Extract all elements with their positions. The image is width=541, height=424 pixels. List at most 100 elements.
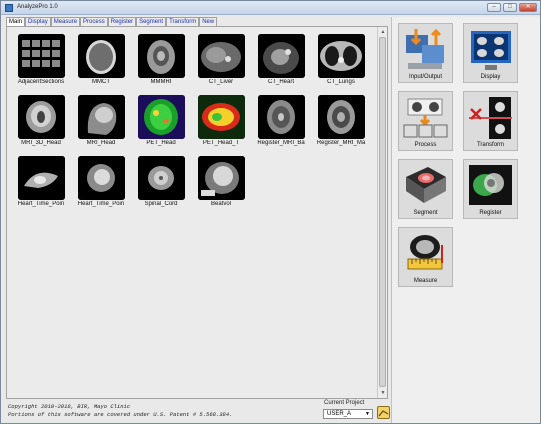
thumbnail-label: Heart_Time_Poin xyxy=(17,201,65,207)
thumbnail-label: Spinal_Cord xyxy=(144,201,178,207)
display-button[interactable]: Display xyxy=(463,23,518,83)
thumbnail-image xyxy=(257,34,305,78)
segment-button[interactable]: Segment xyxy=(398,159,453,219)
register-icon xyxy=(469,165,512,205)
tool-label: Display xyxy=(480,74,501,80)
tab-transform[interactable]: Transform xyxy=(166,17,200,26)
tab-process[interactable]: Process xyxy=(80,17,108,26)
window-controls: – □ ✕ xyxy=(487,3,537,13)
thumbnail-heart-time-point-2[interactable]: Heart_Time_Poin xyxy=(71,153,131,210)
thumbnail-label: PET_Head xyxy=(146,140,176,146)
thumbnail-image xyxy=(197,34,245,78)
thumbnail-image xyxy=(197,156,245,200)
thumbnail-image xyxy=(257,95,305,139)
tab-measure[interactable]: Measure xyxy=(50,17,81,26)
thumbnail-register-mri-ba[interactable]: Register_MRI_Ba xyxy=(251,92,311,149)
thumbnail-label: AdjacentSections xyxy=(17,79,65,85)
thumbnail-beatvol[interactable]: Beatvol xyxy=(191,153,251,210)
tool-panel: Input/Output Display Process Transform S… xyxy=(391,17,540,423)
thumbnail-image xyxy=(17,95,65,139)
process-button[interactable]: Process xyxy=(398,91,453,151)
thumbnail-heart-time-point-1[interactable]: Heart_Time_Poin xyxy=(11,153,71,210)
thumbnail-label: Register_MRI_Ba xyxy=(257,140,305,146)
window-title: AnalyzePro 1.0 xyxy=(17,4,58,10)
thumbnail-image xyxy=(137,156,185,200)
copyright-line-2: Portions of this software are covered un… xyxy=(8,411,233,418)
thumbnail-mri-3d-head[interactable]: MRI_3D_Head xyxy=(11,92,71,149)
tool-label: Transform xyxy=(476,142,505,148)
tool-label: Register xyxy=(479,210,502,216)
tool-label: Input/Output xyxy=(408,74,443,80)
thumbnail-panel: AdjacentSections MMCT MMMRI CT_Liver CT_… xyxy=(6,26,388,399)
vertical-scrollbar[interactable]: ▲ ▼ xyxy=(377,27,387,398)
transform-button[interactable]: Transform xyxy=(463,91,518,151)
segment-icon xyxy=(406,167,446,203)
title-bar: AnalyzePro 1.0 – □ ✕ xyxy=(1,1,540,15)
input-output-button[interactable]: Input/Output xyxy=(398,23,453,83)
thumbnail-label: MRI_Head xyxy=(86,140,116,146)
project-folder-button[interactable] xyxy=(377,406,390,419)
thumbnail-spinal-cord[interactable]: Spinal_Cord xyxy=(131,153,191,210)
tab-main[interactable]: Main xyxy=(6,17,26,26)
scroll-up-icon[interactable]: ▲ xyxy=(379,28,387,36)
thumbnail-mri-head[interactable]: MRI_Head xyxy=(71,92,131,149)
copyright-line-1: Copyright 2010-2018, BIR, Mayo Clinic xyxy=(8,403,131,410)
thumbnail-ct-lungs[interactable]: CT_Lungs xyxy=(311,31,371,88)
thumbnail-mmmri[interactable]: MMMRI xyxy=(131,31,191,88)
thumbnail-pet-head[interactable]: PET_Head xyxy=(131,92,191,149)
thumbnail-grid: AdjacentSections MMCT MMMRI CT_Liver CT_… xyxy=(7,27,379,400)
thumbnail-pet-head-t[interactable]: PET_Head_T xyxy=(191,92,251,149)
minimize-button[interactable]: – xyxy=(487,3,501,12)
thumbnail-register-mri-ma[interactable]: Register_MRI_Ma xyxy=(311,92,371,149)
current-project-select[interactable]: USER_A ▼ xyxy=(323,409,373,419)
thumbnail-label: PET_Head_T xyxy=(202,140,240,146)
tool-label: Process xyxy=(414,142,437,148)
chevron-down-icon: ▼ xyxy=(365,411,370,417)
thumbnail-ct-liver[interactable]: CT_Liver xyxy=(191,31,251,88)
main-window: AnalyzePro 1.0 – □ ✕ Main Display Measur… xyxy=(0,0,541,424)
thumbnail-image xyxy=(77,95,125,139)
thumbnail-image xyxy=(137,34,185,78)
thumbnail-adjacent-sections[interactable]: AdjacentSections xyxy=(11,31,71,88)
current-project-label: Current Project xyxy=(324,400,365,406)
scroll-down-icon[interactable]: ▼ xyxy=(379,389,387,397)
measure-button[interactable]: Measure xyxy=(398,227,453,287)
measure-icon xyxy=(407,235,443,270)
scrollbar-thumb[interactable] xyxy=(379,37,386,387)
thumbnail-label: CT_Lungs xyxy=(327,79,355,85)
folder-icon xyxy=(378,410,389,417)
tab-segment[interactable]: Segment xyxy=(136,17,167,26)
thumbnail-image xyxy=(77,156,125,200)
tool-label: Measure xyxy=(413,278,438,284)
tab-register[interactable]: Register xyxy=(107,17,137,26)
thumbnail-label: MRI_3D_Head xyxy=(21,140,61,146)
thumbnail-image xyxy=(317,34,365,78)
register-button[interactable]: Register xyxy=(463,159,518,219)
thumbnail-label: CT_Heart xyxy=(267,79,294,85)
thumbnail-image xyxy=(77,34,125,78)
thumbnail-label: Heart_Time_Poin xyxy=(77,201,125,207)
thumbnail-image xyxy=(17,34,65,78)
app-icon xyxy=(5,4,13,12)
copyright-text: Copyright 2010-2018, BIR, Mayo Clinic Po… xyxy=(8,403,232,419)
thumbnail-label: MMMRI xyxy=(150,79,172,85)
close-button[interactable]: ✕ xyxy=(519,3,537,12)
input-output-icon xyxy=(406,28,444,69)
thumbnail-image xyxy=(317,95,365,139)
thumbnail-mmct[interactable]: MMCT xyxy=(71,31,131,88)
thumbnail-label: Beatvol xyxy=(210,201,231,207)
tool-label: Segment xyxy=(413,210,438,216)
maximize-button[interactable]: □ xyxy=(503,3,517,12)
thumbnail-image xyxy=(17,156,65,200)
tab-new[interactable]: New xyxy=(199,17,218,26)
tab-display[interactable]: Display xyxy=(25,17,51,26)
process-icon xyxy=(403,98,448,138)
display-icon xyxy=(471,31,511,70)
tab-bar: Main Display Measure Process Register Se… xyxy=(6,17,218,26)
current-project-value: USER_A xyxy=(327,411,352,417)
thumbnail-ct-heart[interactable]: CT_Heart xyxy=(251,31,311,88)
thumbnail-label: CT_Liver xyxy=(208,79,234,85)
transform-icon xyxy=(469,97,512,139)
thumbnail-label: MMCT xyxy=(92,79,110,85)
thumbnail-image xyxy=(197,95,245,139)
